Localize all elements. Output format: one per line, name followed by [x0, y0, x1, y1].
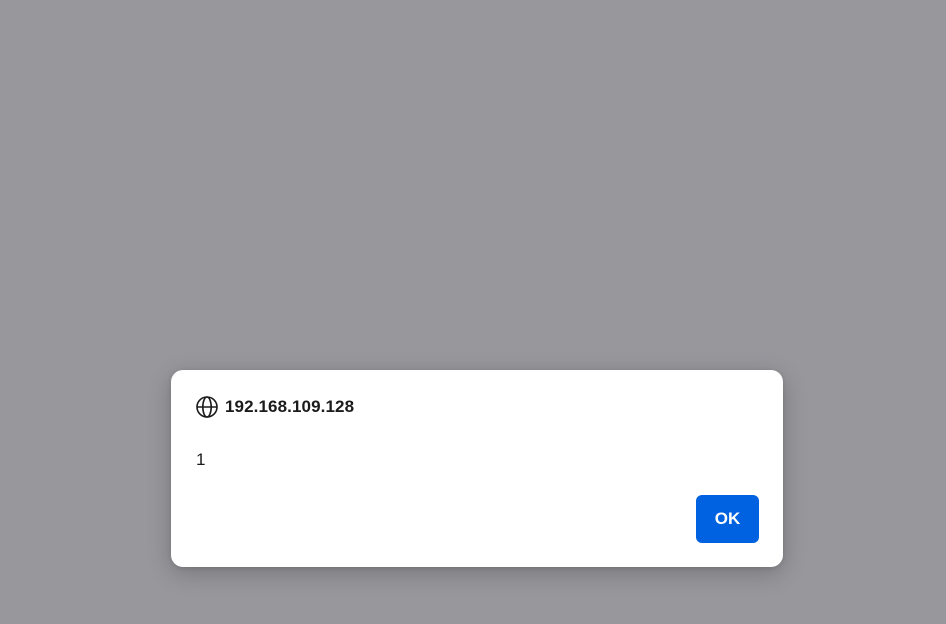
dialog-message: 1: [196, 450, 206, 469]
globe-icon: [195, 395, 219, 419]
ok-button[interactable]: OK: [696, 495, 759, 543]
dialog-origin: 192.168.109.128: [225, 397, 355, 416]
dialog-origin-row: 192.168.109.128: [195, 394, 354, 420]
alert-dialog: 192.168.109.128 1 OK: [171, 370, 783, 567]
